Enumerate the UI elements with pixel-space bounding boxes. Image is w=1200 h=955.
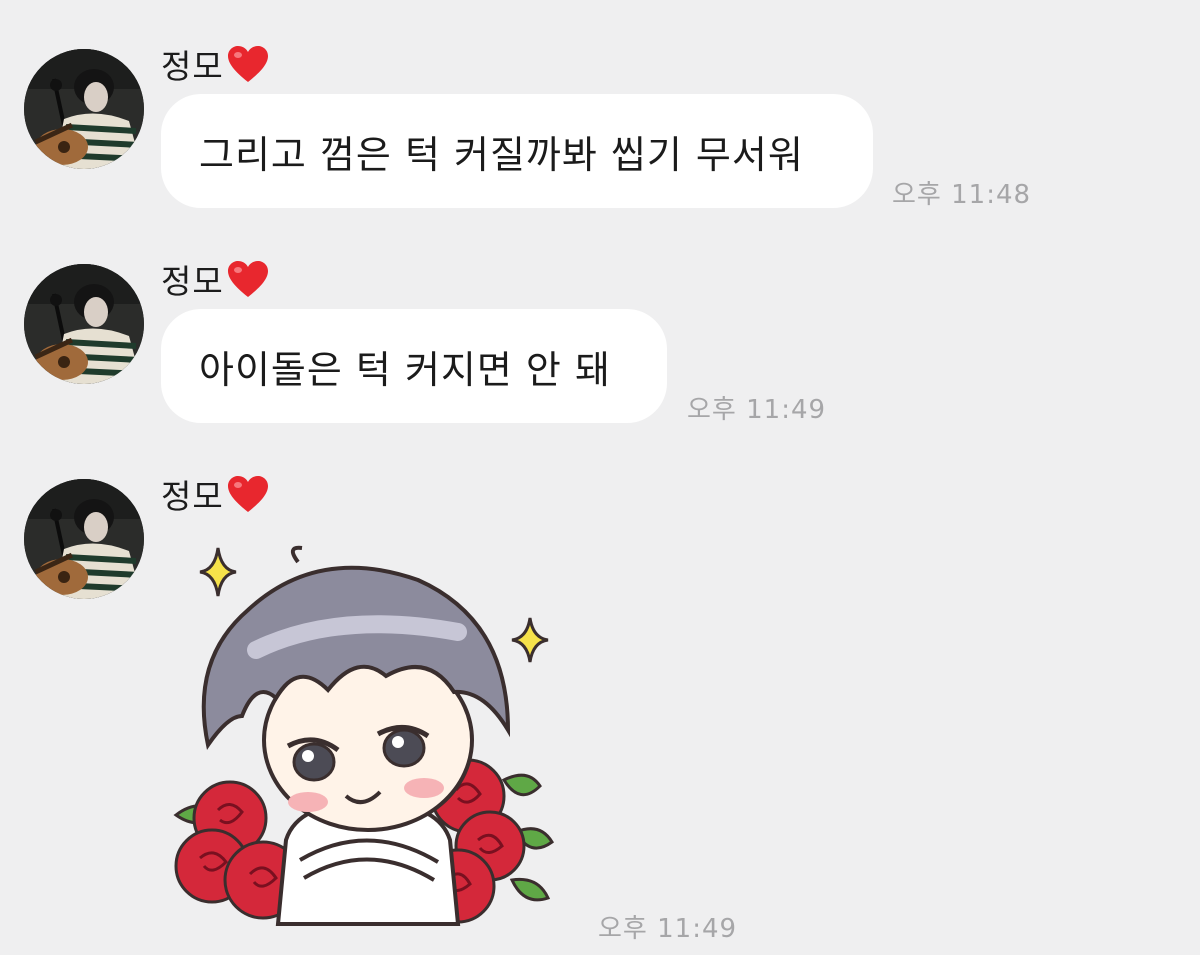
red-heart-icon (226, 259, 270, 299)
message-bubble[interactable]: 아이돌은 턱 커지면 안 돼 (161, 309, 667, 423)
sender-name: 정모 (161, 40, 270, 88)
sender-name-text: 정모 (161, 477, 224, 516)
sender-name-text: 정모 (161, 47, 224, 86)
message-timestamp: 오후 11:49 (687, 395, 827, 425)
message-timestamp: 오후 11:49 (598, 914, 738, 944)
red-heart-icon (226, 474, 270, 514)
sender-name: 정모 (161, 255, 270, 303)
sparkle-icon (199, 547, 237, 597)
message-bubble[interactable]: 그리고 껌은 턱 커질까봐 씹기 무서워 (161, 94, 873, 208)
chibi-character-with-roses-sticker[interactable] (168, 540, 568, 930)
sender-name: 정모 (161, 470, 270, 518)
message-text: 그리고 껌은 턱 커질까봐 씹기 무서워 (199, 132, 804, 177)
message-timestamp: 오후 11:48 (892, 180, 1032, 210)
red-heart-icon (226, 44, 270, 84)
sparkle-icon (511, 617, 549, 663)
sender-avatar[interactable] (24, 479, 144, 599)
sender-avatar[interactable] (24, 264, 144, 384)
sender-name-text: 정모 (161, 262, 224, 301)
message-text: 아이돌은 턱 커지면 안 돼 (199, 347, 611, 392)
sender-avatar[interactable] (24, 49, 144, 169)
